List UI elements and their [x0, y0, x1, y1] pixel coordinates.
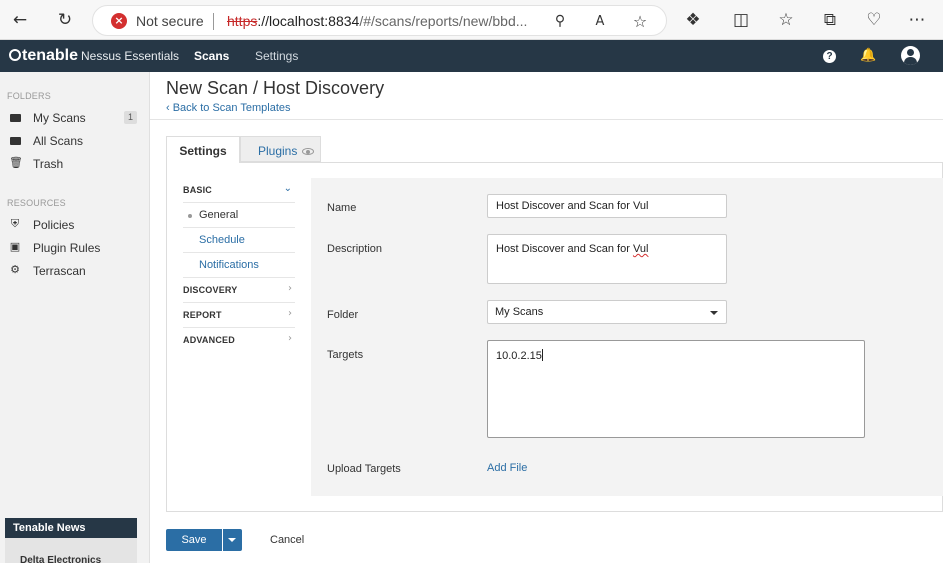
logo-ring-icon	[9, 49, 21, 61]
save-button[interactable]: Save	[166, 529, 222, 551]
chevron-right-icon: ›	[288, 308, 292, 319]
sidebar-item-plugin-rules[interactable]: ▣ Plugin Rules	[0, 237, 150, 259]
collections-icon[interactable]: ⧉	[818, 8, 842, 32]
folder-icon	[9, 111, 21, 123]
subnav-notifications[interactable]: Notifications	[183, 253, 295, 278]
name-field[interactable]: Host Discover and Scan for Vul	[487, 194, 727, 218]
plugin-rules-icon: ▣	[9, 240, 21, 253]
notifications-bell-icon[interactable]: 🔔	[860, 48, 876, 63]
security-warning-icon[interactable]: ×	[111, 13, 127, 29]
eye-icon	[302, 148, 315, 155]
browser-toolbar: ← ↻ × Not secure https://localhost:8834/…	[0, 0, 943, 40]
active-bullet	[188, 214, 192, 218]
resources-heading: RESOURCES	[7, 198, 66, 208]
url-text[interactable]: https://localhost:8834/#/scans/reports/n…	[227, 13, 527, 29]
zoom-icon[interactable]: ⚲	[548, 9, 572, 33]
add-file-link[interactable]: Add File	[487, 462, 527, 474]
nav-settings[interactable]: Settings	[255, 49, 298, 63]
tenable-news-heading: Tenable News	[5, 518, 137, 538]
favorite-star-icon[interactable]: ☆	[628, 9, 652, 33]
trash-icon: 🗑	[9, 156, 23, 169]
subnav-report[interactable]: REPORT ›	[183, 303, 295, 328]
favorites-list-icon[interactable]: ☆	[774, 8, 798, 32]
name-label: Name	[327, 202, 357, 214]
subnav-basic[interactable]: BASIC ⌄	[183, 178, 295, 203]
tab-plugins[interactable]: Plugins	[240, 136, 321, 162]
news-item[interactable]: Delta Electronics	[5, 538, 137, 563]
nav-scans[interactable]: Scans	[194, 49, 229, 63]
tenable-logo[interactable]: tenable Nessus Essentials	[9, 47, 179, 65]
text-cursor	[541, 349, 543, 361]
read-aloud-icon[interactable]: A	[588, 9, 612, 33]
description-field[interactable]: Host Discover and Scan for Vul	[487, 234, 727, 284]
sidebar: FOLDERS My Scans 1 All Scans 🗑 Trash RES…	[0, 72, 150, 563]
address-bar[interactable]: × Not secure https://localhost:8834/#/sc…	[92, 5, 667, 36]
help-icon[interactable]: ?	[823, 50, 836, 63]
extensions-icon[interactable]: ❖	[681, 8, 705, 32]
scan-count-badge: 1	[124, 111, 137, 124]
folder-label: Folder	[327, 309, 359, 321]
subnav-discovery[interactable]: DISCOVERY ›	[183, 278, 295, 303]
folder-icon	[9, 134, 21, 146]
title-divider	[150, 119, 943, 120]
address-divider	[213, 13, 214, 30]
browser-essentials-icon[interactable]: ♡	[862, 8, 886, 32]
subnav-schedule[interactable]: Schedule	[183, 228, 295, 253]
save-options-dropdown-button[interactable]	[223, 529, 242, 551]
security-status[interactable]: Not secure	[136, 13, 204, 29]
sidebar-item-my-scans[interactable]: My Scans 1	[0, 107, 150, 129]
folders-heading: FOLDERS	[7, 91, 51, 101]
user-avatar-icon[interactable]	[901, 46, 920, 65]
sidebar-item-all-scans[interactable]: All Scans	[0, 130, 150, 152]
sidebar-item-policies[interactable]: ⛨ Policies	[0, 214, 150, 236]
subnav-advanced[interactable]: ADVANCED ›	[183, 328, 295, 353]
cancel-button[interactable]: Cancel	[270, 534, 304, 546]
split-screen-icon[interactable]: ◫	[729, 8, 753, 32]
refresh-icon[interactable]: ↻	[53, 8, 77, 32]
description-label: Description	[327, 243, 383, 255]
app-header: tenable Nessus Essentials Scans Settings …	[0, 40, 943, 72]
back-arrow-icon[interactable]: ←	[8, 8, 32, 32]
subnav-general[interactable]: General	[183, 203, 295, 228]
general-settings-form	[311, 178, 943, 496]
chevron-down-icon: ⌄	[283, 183, 292, 194]
upload-targets-label: Upload Targets	[327, 463, 401, 475]
chevron-right-icon: ›	[288, 283, 292, 294]
page-title: New Scan / Host Discovery	[166, 78, 385, 98]
folder-select[interactable]: My Scans	[487, 300, 727, 324]
back-to-templates-link[interactable]: ‹ Back to Scan Templates	[166, 102, 291, 114]
sidebar-item-trash[interactable]: 🗑 Trash	[0, 153, 150, 175]
tab-settings[interactable]: Settings	[166, 136, 240, 163]
chevron-right-icon: ›	[288, 333, 292, 344]
more-menu-icon[interactable]: ⋯	[905, 8, 929, 32]
targets-label: Targets	[327, 349, 364, 361]
targets-field[interactable]: 10.0.2.15	[487, 340, 865, 438]
sidebar-item-terrascan[interactable]: ⚙ Terrascan	[0, 260, 150, 282]
caret-down-icon	[710, 311, 718, 315]
terrascan-icon: ⚙	[10, 263, 20, 276]
shield-icon: ⛨	[10, 217, 20, 230]
